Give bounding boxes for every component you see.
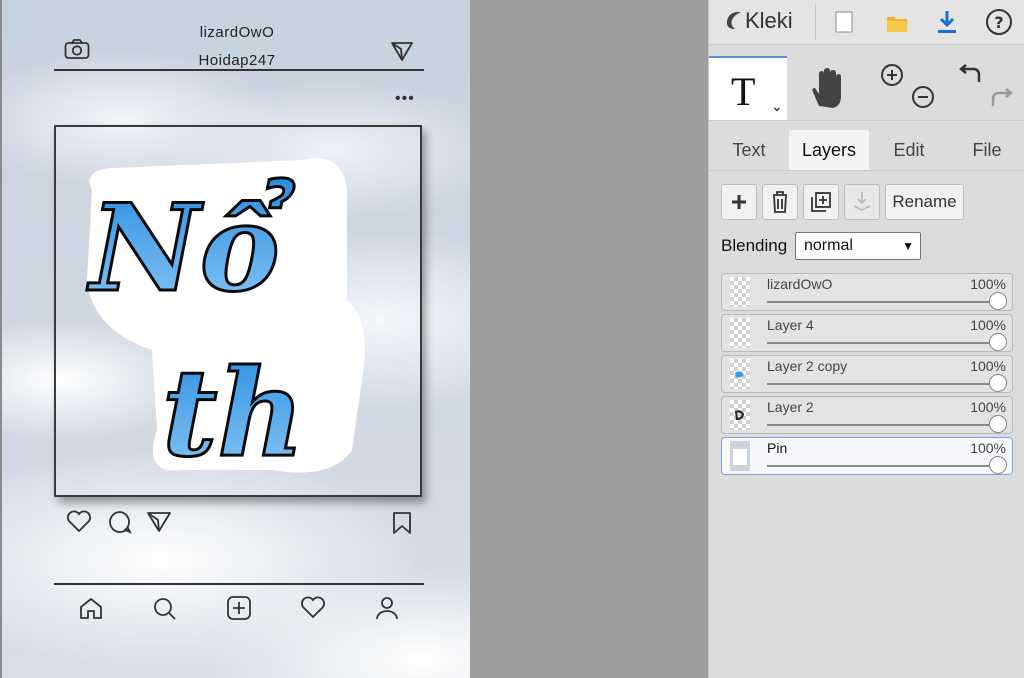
merge-down-button[interactable] xyxy=(844,184,880,220)
opacity-slider-handle[interactable] xyxy=(989,456,1007,474)
help-button[interactable]: ? xyxy=(983,6,1015,38)
layer-item[interactable]: Layer 4 100% xyxy=(721,314,1013,352)
chevron-down-icon: ▼ xyxy=(902,239,914,253)
svg-text:?: ? xyxy=(994,13,1003,32)
post-header: lizardOwO Hoidap247 xyxy=(2,0,470,80)
panel-tabs: Text Layers Edit File xyxy=(709,130,1024,171)
tab-text[interactable]: Text xyxy=(717,130,781,170)
new-image-button[interactable] xyxy=(827,6,859,38)
bookmark-icon xyxy=(392,511,412,540)
merge-down-icon xyxy=(853,192,871,212)
delete-layer-button[interactable] xyxy=(762,184,798,220)
profile-icon xyxy=(374,596,400,625)
layer-thumbnail xyxy=(730,400,750,430)
layer-name: lizardOwO xyxy=(767,276,833,292)
folder-icon xyxy=(887,17,908,32)
layer-opacity: 100% xyxy=(970,399,1006,415)
download-icon xyxy=(938,11,956,33)
layer-opacity: 100% xyxy=(970,317,1006,333)
text-tool-icon: T xyxy=(731,69,756,114)
opacity-slider-track[interactable] xyxy=(767,301,996,303)
layer-opacity: 100% xyxy=(970,440,1006,456)
layer-thumbnail xyxy=(730,277,750,307)
trash-icon xyxy=(773,191,787,213)
app-logo[interactable]: Kleki xyxy=(723,8,793,34)
nav-divider xyxy=(54,583,424,585)
share-icon xyxy=(146,510,172,539)
home-icon xyxy=(78,596,104,625)
tab-layers[interactable]: Layers xyxy=(789,130,869,170)
open-file-button[interactable] xyxy=(881,6,913,38)
top-toolbar: Kleki ? xyxy=(709,0,1024,45)
blending-label: Blending xyxy=(721,236,788,255)
download-button[interactable] xyxy=(931,6,963,38)
add-layer-button[interactable] xyxy=(721,184,757,220)
redo-icon xyxy=(991,88,1014,106)
app-name: Kleki xyxy=(745,8,793,33)
layer-name: Pin xyxy=(767,440,788,456)
redo-button[interactable] xyxy=(987,84,1015,117)
blending-value: normal xyxy=(804,237,853,254)
text-tool-button[interactable]: T ⌄ xyxy=(709,56,787,120)
layer-thumbnail xyxy=(730,359,750,389)
opacity-slider-handle[interactable] xyxy=(989,292,1007,310)
opacity-slider-handle[interactable] xyxy=(989,415,1007,433)
drawing-canvas[interactable]: lizardOwO Hoidap247 ••• Nổ th xyxy=(0,0,470,678)
plus-icon xyxy=(732,195,746,209)
like-icon xyxy=(66,510,92,539)
opacity-slider-handle[interactable] xyxy=(989,374,1007,392)
layer-item[interactable]: Layer 2 100% xyxy=(721,396,1013,434)
toolbar-separator xyxy=(815,4,816,40)
chevron-down-icon[interactable]: ⌄ xyxy=(771,98,783,115)
zoom-in-icon xyxy=(881,64,903,86)
layer-item-selected[interactable]: Pin 100% xyxy=(721,437,1013,475)
undo-button[interactable] xyxy=(957,60,985,93)
opacity-slider-track[interactable] xyxy=(767,424,996,426)
add-post-icon xyxy=(226,596,252,625)
zoom-out-icon xyxy=(912,86,934,108)
comment-icon xyxy=(107,510,133,539)
kleki-logo-icon xyxy=(726,11,741,29)
layer-opacity: 100% xyxy=(970,276,1006,292)
zoom-out-button[interactable] xyxy=(910,84,936,115)
opacity-slider-track[interactable] xyxy=(767,465,996,467)
layer-name: Layer 4 xyxy=(767,317,814,333)
sticker-text-line1: Nổ xyxy=(86,178,295,319)
new-page-icon xyxy=(835,11,853,33)
activity-icon xyxy=(300,596,326,625)
post-username: lizardOwO xyxy=(199,24,275,41)
layer-opacity: 100% xyxy=(970,358,1006,374)
sticker-text-line2: th xyxy=(162,343,305,480)
hand-tool-button[interactable] xyxy=(807,66,847,115)
search-icon xyxy=(152,596,178,625)
header-divider xyxy=(54,69,424,71)
more-options-icon: ••• xyxy=(395,90,415,107)
layer-item[interactable]: Layer 2 copy 100% xyxy=(721,355,1013,393)
rename-layer-button[interactable]: Rename xyxy=(885,184,964,220)
sticker-image: Nổ th xyxy=(85,158,365,480)
hand-icon xyxy=(812,68,841,108)
layer-thumbnail xyxy=(730,318,750,348)
side-panel: Kleki ? T ⌄ Text Layers Edit File Rename… xyxy=(708,0,1024,678)
duplicate-layer-button[interactable] xyxy=(803,184,839,220)
layer-thumbnail xyxy=(730,441,750,471)
layer-name: Layer 2 xyxy=(767,399,814,415)
opacity-slider-track[interactable] xyxy=(767,383,996,385)
duplicate-icon xyxy=(811,192,831,212)
opacity-slider-handle[interactable] xyxy=(989,333,1007,351)
blending-select[interactable]: normal ▼ xyxy=(795,232,921,260)
tool-row: T ⌄ xyxy=(709,54,1024,121)
layer-item[interactable]: lizardOwO 100% xyxy=(721,273,1013,311)
layer-name: Layer 2 copy xyxy=(767,358,848,374)
send-icon xyxy=(390,40,414,67)
zoom-in-button[interactable] xyxy=(879,62,905,93)
opacity-slider-track[interactable] xyxy=(767,342,996,344)
tab-file[interactable]: File xyxy=(955,130,1019,170)
undo-icon xyxy=(958,64,981,82)
tab-edit[interactable]: Edit xyxy=(877,130,941,170)
help-icon: ? xyxy=(986,9,1012,35)
